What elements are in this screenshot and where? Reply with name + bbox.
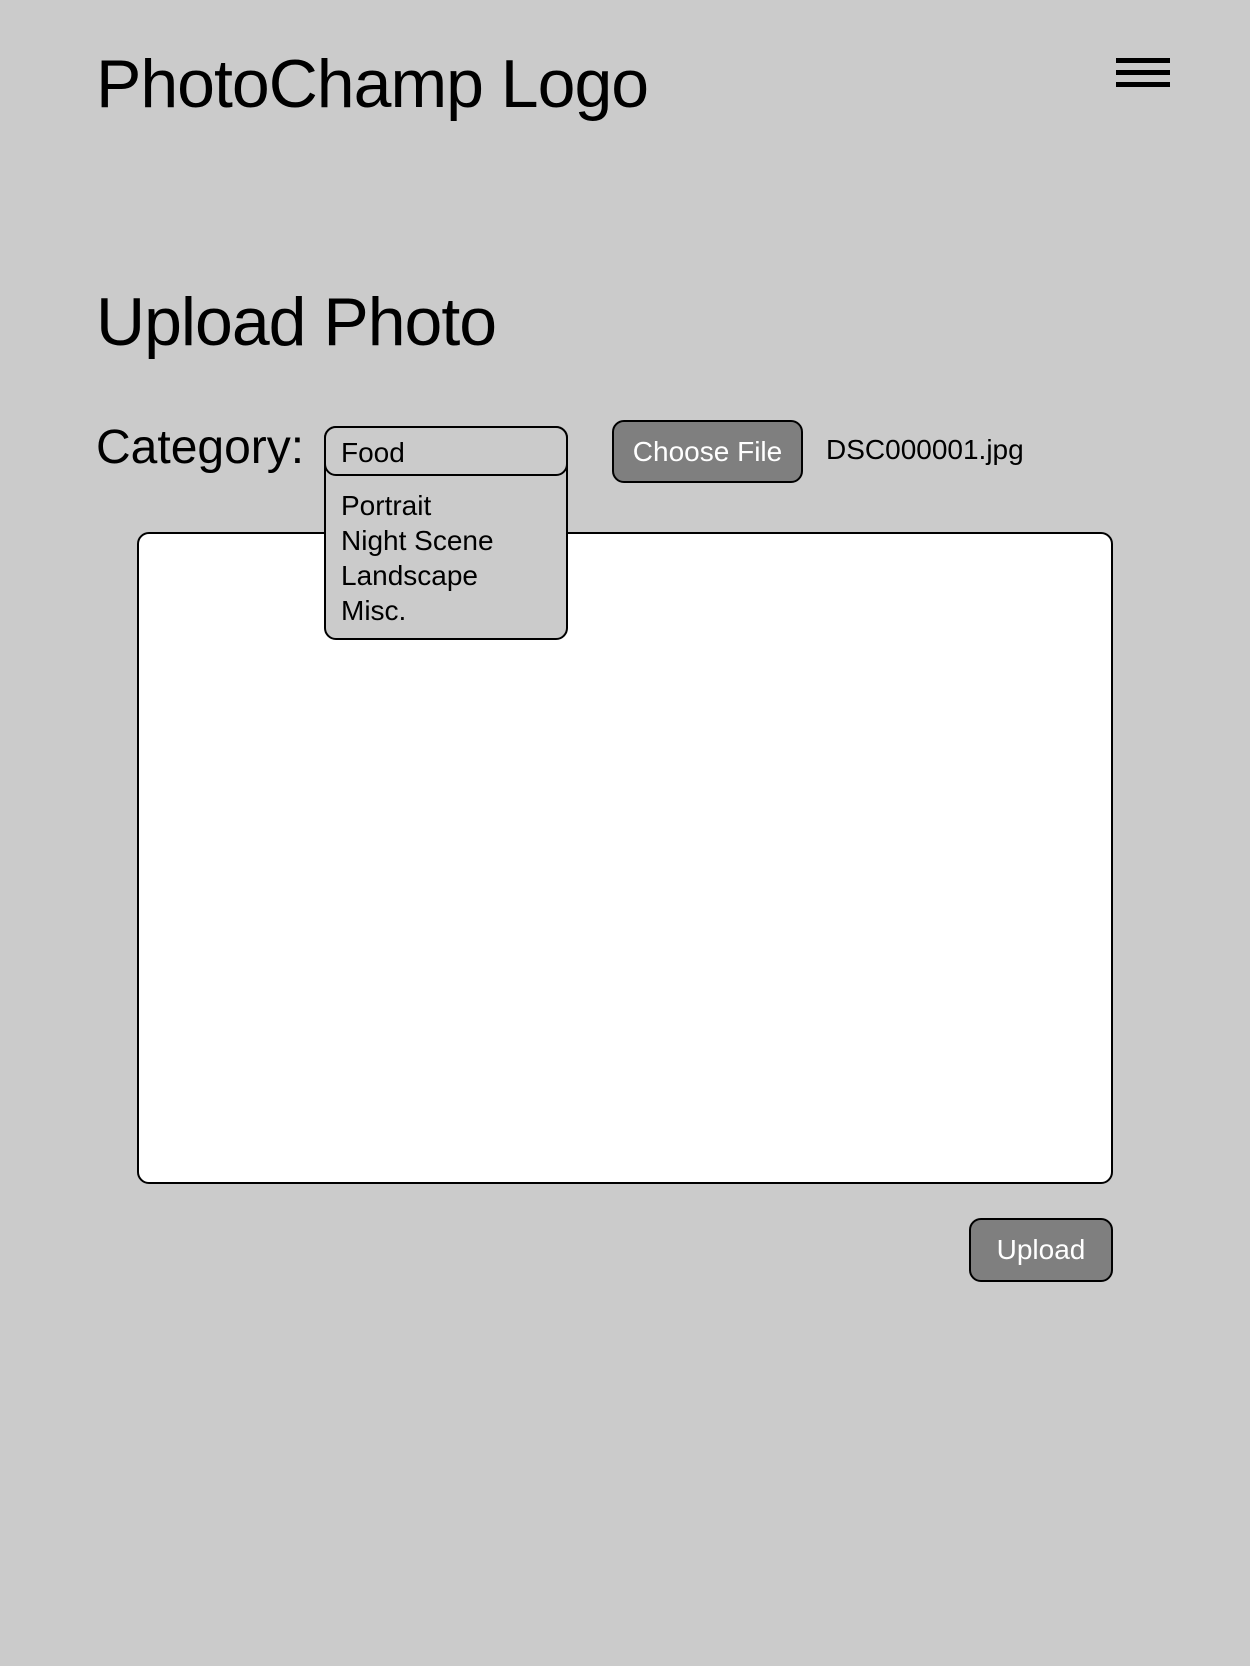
category-option-portrait[interactable]: Portrait bbox=[341, 488, 494, 523]
category-select[interactable]: Food bbox=[324, 426, 568, 476]
upload-button[interactable]: Upload bbox=[969, 1218, 1113, 1282]
category-option-misc[interactable]: Misc. bbox=[341, 593, 494, 628]
category-label: Category: bbox=[96, 421, 305, 474]
logo: PhotoChamp Logo bbox=[96, 46, 649, 122]
category-selected-value: Food bbox=[341, 437, 405, 468]
photo-preview-area bbox=[137, 532, 1113, 1184]
menu-bar-top bbox=[1116, 58, 1170, 63]
menu-bar-middle bbox=[1116, 70, 1170, 75]
category-option-landscape[interactable]: Landscape bbox=[341, 558, 494, 593]
page-title: Upload Photo bbox=[96, 284, 497, 360]
selected-file-name: DSC000001.jpg bbox=[826, 434, 1024, 465]
hamburger-menu-icon[interactable] bbox=[1112, 58, 1172, 98]
category-option-night-scene[interactable]: Night Scene bbox=[341, 523, 494, 558]
choose-file-button[interactable]: Choose File bbox=[612, 420, 803, 483]
menu-bar-bottom bbox=[1116, 82, 1170, 87]
